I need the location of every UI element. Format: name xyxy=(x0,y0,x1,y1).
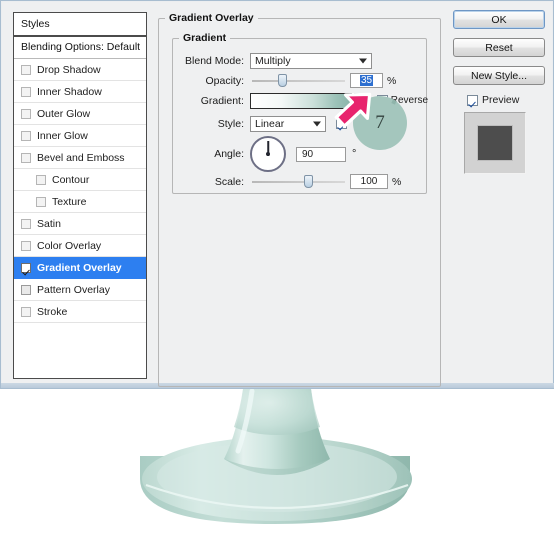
sidebar-item-satin[interactable]: Satin xyxy=(14,213,146,235)
chevron-down-icon xyxy=(359,58,367,63)
sidebar-item-color-overlay[interactable]: Color Overlay xyxy=(14,235,146,257)
checkbox-gradient-overlay[interactable] xyxy=(21,262,31,273)
sidebar-item-label: Color Overlay xyxy=(37,239,102,252)
ok-button[interactable]: OK xyxy=(453,10,545,29)
tutorial-result-image xyxy=(0,389,554,554)
sidebar-item-label: Outer Glow xyxy=(37,107,91,120)
rendered-object-illustration xyxy=(0,389,554,554)
preview-label: Preview xyxy=(482,94,520,106)
opacity-slider-knob[interactable] xyxy=(278,73,287,87)
checkbox-texture[interactable] xyxy=(36,196,46,207)
sidebar-item-contour[interactable]: Contour xyxy=(14,169,146,191)
layer-style-dialog: Styles Blending Options: Default Drop Sh… xyxy=(0,0,554,389)
new-style-button[interactable]: New Style... xyxy=(453,66,545,85)
angle-label: Angle: xyxy=(214,148,244,160)
chevron-down-icon xyxy=(313,121,321,126)
step-callout: 7 xyxy=(331,84,411,156)
angle-dial-hub xyxy=(266,152,270,156)
gradient-overlay-group-title: Gradient Overlay xyxy=(169,12,254,24)
checkbox-inner-shadow[interactable] xyxy=(21,86,31,97)
sidebar-item-bevel-and-emboss[interactable]: Bevel and Emboss xyxy=(14,147,146,169)
gradient-label: Gradient: xyxy=(200,94,244,107)
checkbox-satin[interactable] xyxy=(21,218,31,229)
sidebar-item-inner-shadow[interactable]: Inner Shadow xyxy=(14,81,146,103)
style-label: Style: xyxy=(217,117,244,130)
sidebar-item-label: Bevel and Emboss xyxy=(37,151,125,164)
scale-row: Scale: 100 % xyxy=(178,173,428,190)
sidebar-item-label: Drop Shadow xyxy=(37,63,101,76)
blend-mode-select[interactable]: Multiply xyxy=(250,52,372,69)
opacity-label: Opacity: xyxy=(205,74,244,87)
preview-thumbnail xyxy=(464,112,526,174)
style-select[interactable]: Linear xyxy=(250,115,326,132)
sidebar-item-texture[interactable]: Texture xyxy=(14,191,146,213)
checkbox-bevel-and-emboss[interactable] xyxy=(21,152,31,163)
style-value: Linear xyxy=(255,117,285,130)
opacity-slider-track xyxy=(252,79,345,82)
gradient-overlay-settings: Gradient Overlay Gradient Blend Mode: Mu… xyxy=(158,8,441,387)
reset-button[interactable]: Reset xyxy=(453,38,545,57)
sidebar-item-label: Stroke xyxy=(37,305,68,318)
scale-slider[interactable] xyxy=(252,174,345,189)
preview-toggle[interactable]: Preview xyxy=(467,94,549,106)
blend-mode-row: Blend Mode: Multiply xyxy=(178,52,428,69)
angle-dial[interactable] xyxy=(250,136,286,172)
sidebar-item-label: Satin xyxy=(37,217,61,230)
pink-arrow-icon xyxy=(334,92,372,128)
checkbox-color-overlay[interactable] xyxy=(21,240,31,251)
sidebar-item-inner-glow[interactable]: Inner Glow xyxy=(14,125,146,147)
sidebar-item-gradient-overlay[interactable]: Gradient Overlay xyxy=(14,257,146,279)
scale-value: 100 xyxy=(360,176,378,187)
sidebar-item-label: Inner Shadow xyxy=(37,85,102,98)
checkbox-inner-glow[interactable] xyxy=(21,130,31,141)
blend-mode-label: Blend Mode: xyxy=(185,54,244,67)
scale-slider-knob[interactable] xyxy=(304,174,313,188)
checkbox-stroke[interactable] xyxy=(21,306,31,317)
scale-unit: % xyxy=(392,175,402,188)
checkbox-outer-glow[interactable] xyxy=(21,108,31,119)
styles-list-panel[interactable]: Styles Blending Options: Default Drop Sh… xyxy=(13,12,147,379)
checkbox-pattern-overlay[interactable] xyxy=(21,284,31,295)
sidebar-item-pattern-overlay[interactable]: Pattern Overlay xyxy=(14,279,146,301)
sidebar-item-stroke[interactable]: Stroke xyxy=(14,301,146,323)
styles-list-header: Styles xyxy=(14,13,146,37)
preview-thumbnail-swatch xyxy=(478,126,512,160)
angle-value: 90 xyxy=(302,148,314,160)
checkbox-drop-shadow[interactable] xyxy=(21,64,31,75)
scale-label: Scale: xyxy=(214,175,244,188)
sidebar-item-outer-glow[interactable]: Outer Glow xyxy=(14,103,146,125)
scale-input[interactable]: 100 xyxy=(350,174,388,189)
sidebar-item-label: Inner Glow xyxy=(37,129,88,142)
blending-options-item[interactable]: Blending Options: Default xyxy=(14,37,146,59)
sidebar-item-label: Pattern Overlay xyxy=(37,283,110,296)
sidebar-item-label: Texture xyxy=(52,195,87,208)
blend-mode-value: Multiply xyxy=(255,54,291,67)
preview-checkbox[interactable] xyxy=(467,94,478,106)
sidebar-item-drop-shadow[interactable]: Drop Shadow xyxy=(14,59,146,81)
sidebar-item-label: Gradient Overlay xyxy=(37,261,122,274)
sidebar-item-label: Contour xyxy=(52,173,90,186)
dialog-action-buttons: OK Reset New Style... Preview xyxy=(453,10,549,174)
checkbox-contour[interactable] xyxy=(36,174,46,185)
gradient-group-title: Gradient xyxy=(183,32,227,44)
scale-slider-track xyxy=(252,180,345,183)
